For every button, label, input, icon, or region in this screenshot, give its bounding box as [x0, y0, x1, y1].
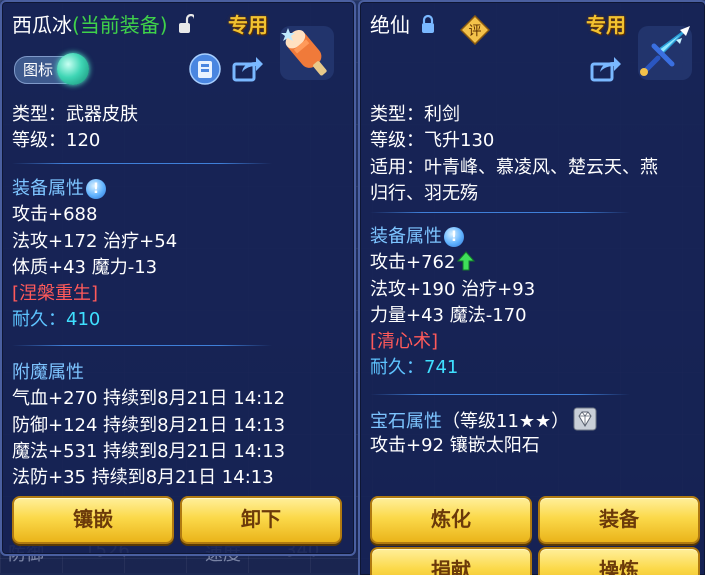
popsicle-weapon-icon — [274, 20, 340, 86]
durability-label: 耐久： — [12, 309, 66, 331]
gem-level: （等级11★★） — [442, 411, 570, 432]
unequip-button[interactable]: 卸下 — [180, 496, 342, 544]
equip-button[interactable]: 装备 — [538, 496, 700, 544]
attr-line: 攻击+688 — [12, 204, 98, 226]
refine-button[interactable]: 炼化 — [370, 496, 532, 544]
divider — [370, 212, 630, 213]
compare-equipment-tooltip: 绝仙 评 专用 类型：利剑 等级：飞升130 适用：叶青峰、慕凌风、楚云天、燕 … — [358, 0, 705, 575]
inlay-button[interactable]: 镶嵌 — [12, 496, 174, 544]
exclusive-label: 专用 — [586, 13, 626, 37]
skill-name: [清心术] — [370, 331, 439, 353]
attribute-section: 装备属性! 攻击+688 法攻+172 治疗+54 体质+43 魔力-13 [涅… — [12, 176, 177, 334]
current-equipment-tooltip: 西瓜冰(当前装备) 专用 图标 类型：武器皮肤 等级：120 装备属性 ! 攻击… — [0, 0, 356, 556]
arrow-up-icon — [457, 251, 476, 279]
attr-line: 法攻+172 治疗+54 — [12, 230, 178, 252]
attr-header: 装备属性 — [12, 178, 84, 199]
exclusive-label: 专用 — [228, 13, 268, 37]
divider — [370, 394, 630, 395]
suitable-line: 适用：叶青峰、慕凌风、楚云天、燕 — [370, 156, 658, 178]
basic-info: 类型：利剑 等级：飞升130 适用：叶青峰、慕凌风、楚云天、燕 归行、羽无殇 — [370, 102, 658, 207]
toggle-orb-icon — [57, 53, 90, 85]
forge-button[interactable]: 操炼 — [538, 547, 700, 575]
item-name: 西瓜冰 — [12, 13, 72, 37]
durability-label: 耐久： — [370, 357, 424, 379]
enchant-line: 气血+270 持续到8月21日 14:12 — [12, 388, 286, 410]
enchant-line: 法防+35 持续到8月21日 14:13 — [12, 467, 274, 489]
gem-section: 宝石属性（等级11★★） 攻击+92 镶嵌太阳石 — [370, 407, 597, 460]
gem-icon[interactable] — [573, 407, 597, 439]
icon-toggle[interactable]: 图标 — [14, 53, 90, 85]
attr-line: 力量+43 魔法-170 — [370, 304, 527, 326]
rating-badge-text: 评 — [468, 24, 481, 39]
item-title: 西瓜冰(当前装备) — [12, 12, 197, 38]
enchant-header: 附魔属性 — [12, 362, 84, 383]
rating-badge-icon[interactable]: 评 — [459, 14, 491, 46]
item-name: 绝仙 — [370, 13, 410, 37]
item-title: 绝仙 — [370, 12, 436, 38]
gem-effect: 攻击+92 镶嵌太阳石 — [370, 435, 540, 457]
attr-line: 法攻+190 治疗+93 — [370, 278, 536, 300]
enchant-line: 魔法+531 持续到8月21日 14:13 — [12, 440, 286, 462]
equipped-tag: (当前装备) — [72, 13, 168, 37]
attr-line: 体质+43 魔力-13 — [12, 256, 158, 278]
lock-closed-icon[interactable] — [420, 14, 436, 34]
attribute-section: 装备属性! 攻击+762 法攻+190 治疗+93 力量+43 魔法-170 [… — [370, 224, 535, 382]
fashion-icon[interactable] — [188, 52, 222, 86]
level-line: 等级：120 — [12, 130, 101, 152]
attr-line: 攻击+762 — [370, 252, 456, 274]
level-line: 等级：飞升130 — [370, 130, 495, 152]
info-icon[interactable]: ! — [86, 179, 106, 199]
info-icon[interactable]: ! — [444, 227, 464, 247]
skill-name: [涅槃重生] — [12, 283, 99, 305]
basic-info: 类型：武器皮肤 等级：120 — [12, 102, 138, 155]
icon-toggle-label: 图标 — [23, 61, 54, 79]
enchant-section: 附魔属性 气血+270 持续到8月21日 14:12 防御+124 持续到8月2… — [12, 360, 285, 491]
durability-value: 410 — [66, 309, 101, 331]
suitable-line-cont: 归行、羽无殇 — [370, 182, 478, 204]
donate-button[interactable]: 捐献 — [370, 547, 532, 575]
enchant-line: 防御+124 持续到8月21日 14:13 — [12, 414, 286, 436]
durability-value: 741 — [424, 357, 459, 379]
share-icon[interactable] — [230, 52, 264, 86]
divider — [12, 163, 272, 164]
divider — [12, 345, 272, 346]
share-icon[interactable] — [588, 52, 622, 86]
gem-header: 宝石属性 — [370, 411, 442, 432]
type-line: 类型：利剑 — [370, 104, 460, 125]
lock-open-icon[interactable] — [178, 13, 197, 34]
type-line: 类型：武器皮肤 — [12, 104, 138, 125]
attr-header: 装备属性 — [370, 226, 442, 247]
sword-weapon-icon — [632, 20, 698, 86]
